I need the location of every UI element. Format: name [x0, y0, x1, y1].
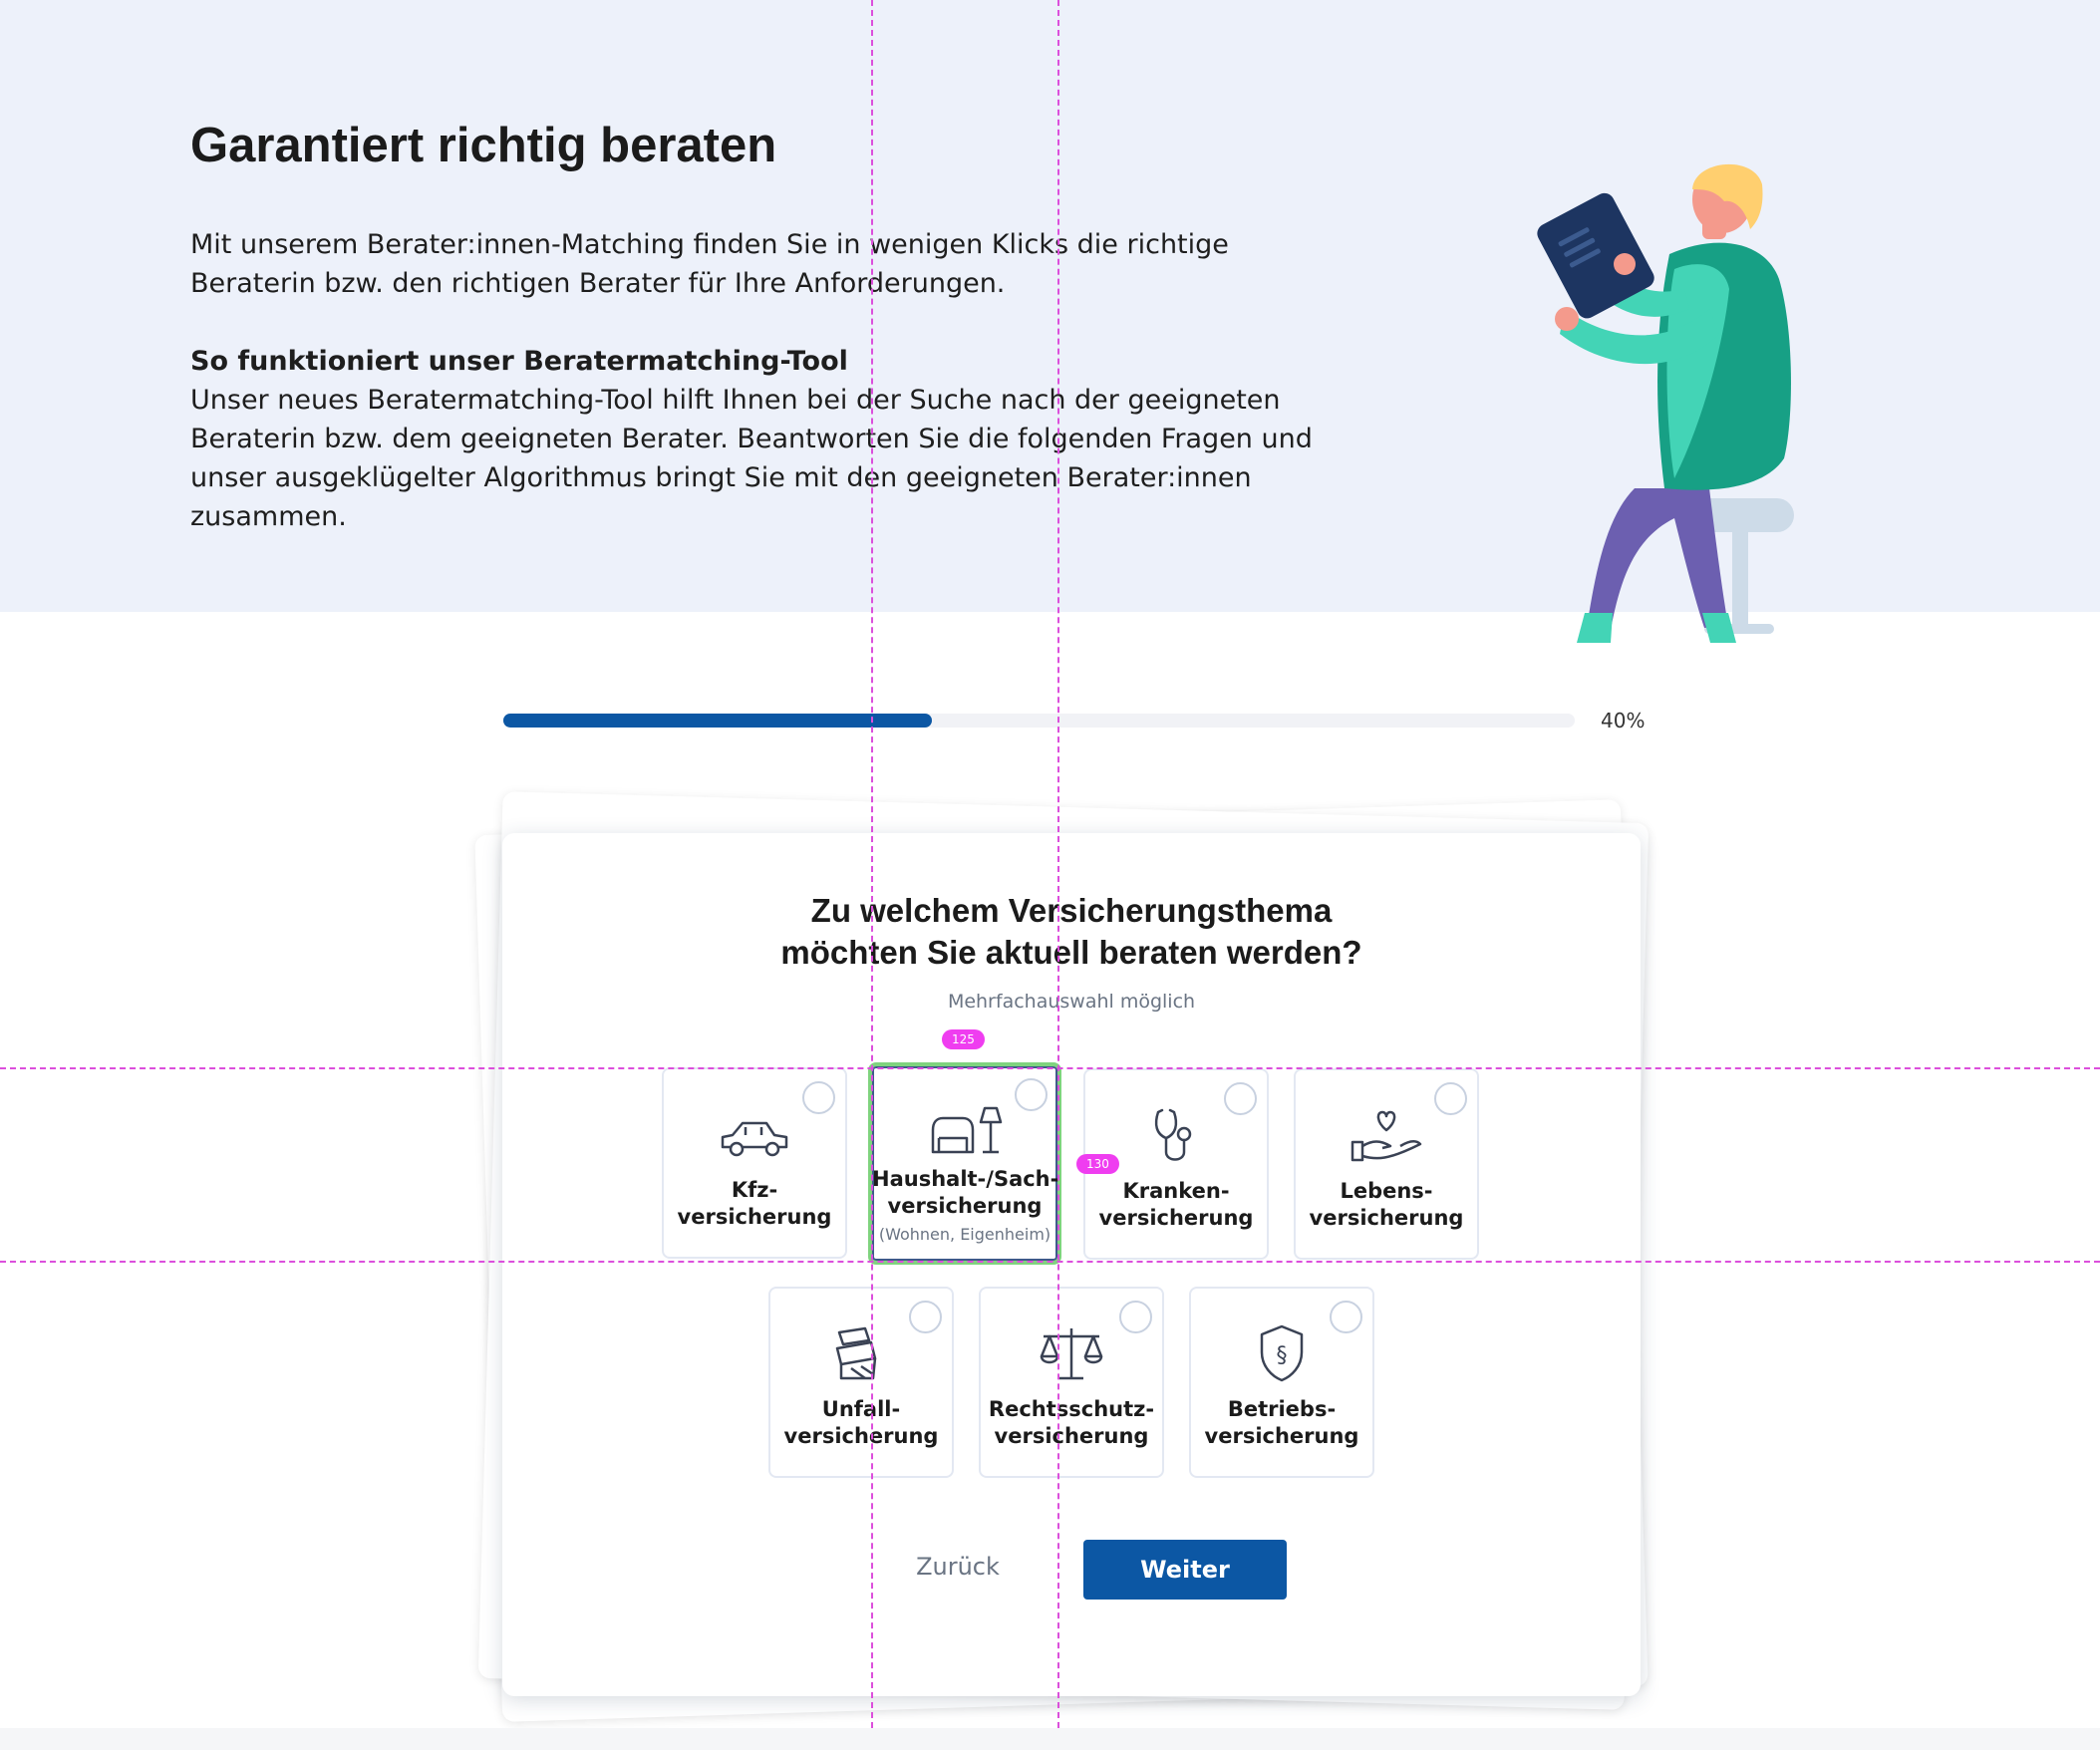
option-rechtsschutz[interactable]: Rechtsschutz- versicherung: [979, 1287, 1164, 1478]
multi-select-hint: Mehrfachauswahl möglich: [947, 991, 1196, 1013]
progress-percent: 40%: [1601, 709, 1646, 732]
option-haushalt-radio[interactable]: [1015, 1078, 1048, 1111]
option-kranken-label: Kranken- versicherung: [1098, 1179, 1254, 1230]
progress-bar-fill: [503, 714, 932, 728]
question-title: Zu welchem Versicherungsthema möchten Si…: [502, 890, 1641, 974]
dimension-badge-height: 130: [1076, 1154, 1119, 1174]
guide-line-horizontal: [0, 1067, 2100, 1069]
option-kfz-label: Kfz- versicherung: [677, 1178, 832, 1229]
option-unfall-label: Unfall- versicherung: [783, 1397, 939, 1448]
option-lebens-radio[interactable]: [1434, 1082, 1467, 1115]
hero-body-text: Unser neues Beratermatching-Tool hilft I…: [190, 385, 1313, 532]
page-bottom-strip: [0, 1728, 2100, 1750]
scales-icon: [1040, 1328, 1103, 1380]
car-icon: [721, 1121, 788, 1157]
option-lebens[interactable]: Lebens- versicherung: [1294, 1068, 1479, 1260]
shield-paragraph-icon: §: [1260, 1324, 1304, 1382]
option-betriebs-radio[interactable]: [1330, 1301, 1362, 1333]
guide-line-vertical: [871, 0, 873, 1728]
progress-bar: [503, 714, 1575, 728]
option-rechtsschutz-label: Rechtsschutz- versicherung: [988, 1397, 1155, 1448]
option-unfall[interactable]: Unfall- versicherung: [768, 1287, 954, 1478]
option-haushalt-sub: (Wohnen, Eigenheim): [878, 1225, 1051, 1244]
svg-text:§: §: [1277, 1343, 1288, 1368]
stethoscope-icon: [1154, 1108, 1192, 1161]
accident-icon: [835, 1326, 877, 1380]
back-button[interactable]: Zurück: [897, 1540, 1019, 1594]
person-reading-illustration: [1537, 163, 1794, 643]
dimension-badge-width: 125: [942, 1029, 985, 1049]
option-lebens-label: Lebens- versicherung: [1309, 1179, 1464, 1230]
armchair-lamp-icon: [931, 1106, 1003, 1154]
option-unfall-radio[interactable]: [909, 1301, 942, 1333]
option-kranken-radio[interactable]: [1224, 1082, 1257, 1115]
option-haushalt-label: Haushalt-/Sach- versicherung: [872, 1167, 1059, 1218]
option-kfz-radio[interactable]: [802, 1081, 835, 1114]
hero-intro-text: Mit unserem Berater:innen-Matching finde…: [190, 229, 1229, 299]
next-button[interactable]: Weiter: [1083, 1540, 1287, 1600]
option-haushalt[interactable]: Haushalt-/Sach- versicherung (Wohnen, Ei…: [868, 1062, 1061, 1265]
guide-line-vertical: [1057, 0, 1059, 1728]
hand-heart-icon: [1350, 1110, 1422, 1162]
page-title: Garantiert richtig beraten: [190, 119, 777, 172]
option-kfz[interactable]: Kfz- versicherung: [662, 1067, 847, 1259]
question-title-line1: Zu welchem Versicherungsthema: [810, 892, 1333, 929]
question-title-line2: möchten Sie aktuell beraten werden?: [780, 934, 1362, 971]
option-betriebs[interactable]: § Betriebs- versicherung: [1189, 1287, 1374, 1478]
hero-subheading: So funktioniert unser Beratermatching-To…: [190, 346, 848, 377]
option-rechtsschutz-radio[interactable]: [1119, 1301, 1152, 1333]
guide-line-horizontal: [0, 1261, 2100, 1263]
option-betriebs-label: Betriebs- versicherung: [1204, 1397, 1359, 1448]
